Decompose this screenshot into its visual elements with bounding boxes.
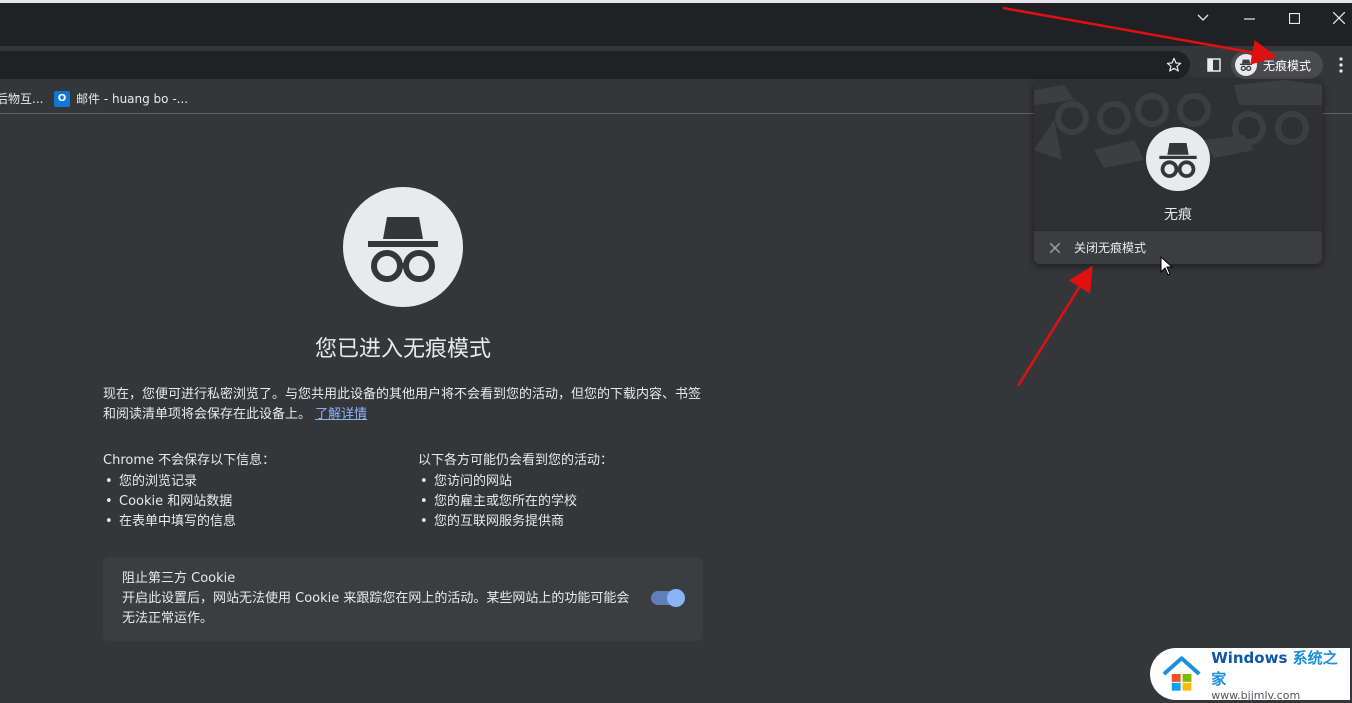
profile-name: 无痕 [1164, 207, 1192, 223]
minimize-icon [1243, 17, 1255, 20]
outlook-icon: O [54, 90, 70, 107]
star-icon [1166, 57, 1182, 72]
intro-text: 现在，您便可进行私密浏览了。与您共用此设备的其他用户将不会看到您的活动，但您的下… [103, 387, 702, 422]
list-item: 您访问的网站 [418, 472, 718, 492]
list-item: 您的浏览记录 [103, 472, 403, 492]
site-watermark: Windows 系统之家 www.bjjmlv.com [1150, 647, 1350, 702]
house-logo-icon [1162, 656, 1201, 691]
cookie-card-title: 阻止第三方 Cookie [122, 571, 236, 586]
list-item: 在表单中填写的信息 [103, 512, 403, 532]
not-saved-heading: Chrome 不会保存以下信息： [103, 453, 276, 468]
page-title: 您已进入无痕模式 [314, 337, 491, 362]
cookie-card-description: 开启此设置后，网站无法使用 Cookie 来跟踪您在网上的活动。某些网站上的功能… [122, 591, 630, 626]
learn-more-link[interactable]: 了解详情 [315, 407, 367, 422]
still-visible-heading: 以下各方可能仍会看到您的活动： [418, 453, 614, 468]
incognito-chip-label: 无痕模式 [1263, 58, 1312, 73]
watermark-url: www.bjjmlv.com [1211, 688, 1301, 702]
list-item: Cookie 和网站数据 [103, 492, 403, 512]
side-panel-icon [1207, 58, 1221, 72]
incognito-icon [368, 217, 438, 282]
incognito-avatar [1235, 54, 1257, 76]
close-incognito-button[interactable]: 关闭无痕模式 [1034, 231, 1322, 264]
bookmark-item-outlook[interactable]: O 邮件 - huang bo -... [54, 90, 188, 107]
bookmark-label: 后物互... [0, 92, 44, 106]
incognito-profile-button[interactable]: 无痕模式 [1231, 51, 1323, 79]
side-panel-button[interactable] [1204, 55, 1224, 75]
not-saved-section: Chrome 不会保存以下信息： 您的浏览记录 Cookie 和网站数据 在表单… [103, 449, 403, 532]
close-incognito-label: 关闭无痕模式 [1074, 241, 1147, 255]
incognito-profile-menu: 无痕 关闭无痕模式 [1034, 80, 1322, 264]
watermark-brand-en: Windows [1211, 648, 1288, 667]
incognito-icon [1159, 143, 1197, 178]
kebab-menu-icon [1339, 57, 1343, 73]
list-item: 您的互联网服务提供商 [418, 512, 718, 532]
maximize-button[interactable] [1271, 3, 1317, 33]
chevron-down-icon [1197, 14, 1209, 21]
toggle-knob [667, 589, 685, 607]
intro-paragraph: 现在，您便可进行私密浏览了。与您共用此设备的其他用户将不会看到您的活动，但您的下… [103, 385, 703, 425]
mouse-cursor-icon [1160, 256, 1174, 276]
bookmark-item[interactable]: 后物互... [0, 90, 43, 107]
chrome-menu-button[interactable] [1333, 55, 1349, 75]
address-bar[interactable] [0, 51, 1190, 79]
still-visible-section: 以下各方可能仍会看到您的活动： 您访问的网站 您的雇主或您所在的学校 您的互联网… [418, 449, 718, 532]
tab-search-button[interactable] [1180, 3, 1226, 33]
close-icon [1333, 12, 1345, 24]
third-party-cookie-card: 阻止第三方 Cookie 开启此设置后，网站无法使用 Cookie 来跟踪您在网… [103, 557, 703, 641]
title-bar [0, 3, 1352, 46]
close-icon [1050, 242, 1060, 253]
list-item: 您的雇主或您所在的学校 [418, 492, 718, 512]
bookmark-label: 邮件 - huang bo -... [76, 92, 189, 106]
incognito-icon [1240, 59, 1252, 71]
block-cookies-toggle[interactable] [651, 589, 685, 607]
maximize-icon [1288, 12, 1300, 24]
close-window-button[interactable] [1316, 3, 1352, 33]
toolbar: 无痕模式 [0, 46, 1352, 82]
watermark-brand: Windows 系统之家 [1211, 647, 1350, 689]
popup-avatar [1146, 127, 1210, 191]
incognito-hero-icon [343, 187, 463, 307]
popup-banner: 无痕 [1034, 80, 1322, 230]
bookmark-star-button[interactable] [1164, 55, 1184, 75]
minimize-button[interactable] [1226, 3, 1272, 33]
